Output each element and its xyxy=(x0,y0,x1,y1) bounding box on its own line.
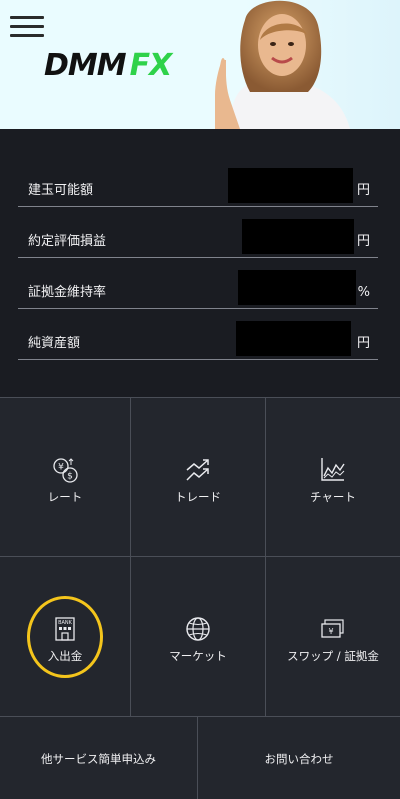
summary-label: 約定評価損益 xyxy=(28,234,107,249)
summary-row-margin-ratio: 証拠金維持率 % xyxy=(18,258,378,309)
svg-text:¥: ¥ xyxy=(58,463,64,473)
menu-chart-button[interactable]: チャート xyxy=(266,397,400,557)
model-photo xyxy=(215,0,350,129)
redacted-value xyxy=(238,270,356,305)
contact-us-button[interactable]: お問い合わせ xyxy=(198,717,400,799)
menu-trade-button[interactable]: トレード xyxy=(131,397,266,557)
summary-unit: % xyxy=(357,285,370,300)
menu-market-button[interactable]: マーケット xyxy=(131,557,266,717)
account-summary: 建玉可能額 円 約定評価損益 円 証拠金維持率 % 純資産額 円 xyxy=(0,129,400,397)
bottom-label: お問い合わせ xyxy=(264,752,334,766)
summary-unit: 円 xyxy=(356,234,370,249)
line-chart-icon xyxy=(321,458,345,481)
summary-unit: 円 xyxy=(356,183,370,198)
menu-label: マーケット xyxy=(169,649,227,663)
redacted-value xyxy=(228,168,353,203)
svg-text:¥: ¥ xyxy=(328,627,333,636)
menu-label: トレード xyxy=(175,490,221,504)
summary-row-margin-available: 建玉可能額 円 xyxy=(18,156,378,207)
summary-label: 証拠金維持率 xyxy=(28,285,107,300)
yen-bills-icon: ¥ xyxy=(321,619,344,638)
summary-label: 建玉可能額 xyxy=(28,183,94,198)
redacted-value xyxy=(242,219,354,254)
logo-fx-text: FX xyxy=(129,48,173,83)
summary-unit: 円 xyxy=(356,336,370,351)
other-services-signup-button[interactable]: 他サービス簡単申込み xyxy=(0,717,198,799)
bottom-label: 他サービス簡単申込み xyxy=(41,752,156,766)
hamburger-menu-icon[interactable] xyxy=(10,16,44,38)
currency-exchange-icon: ¥ $ xyxy=(53,458,78,483)
menu-label: スワップ / 証拠金 xyxy=(287,649,379,663)
highlight-ring xyxy=(27,596,103,678)
app-header: DMM FX xyxy=(0,0,400,129)
globe-icon xyxy=(186,617,210,641)
menu-label: レート xyxy=(47,490,83,504)
summary-row-unrealized-pl: 約定評価損益 円 xyxy=(18,207,378,258)
trend-arrows-icon xyxy=(186,459,209,481)
logo-dmm-text: DMM xyxy=(44,48,127,83)
summary-label: 純資産額 xyxy=(28,336,81,351)
menu-rate-button[interactable]: ¥ $ レート xyxy=(0,397,131,557)
menu-swap-margin-button[interactable]: ¥ スワップ / 証拠金 xyxy=(266,557,400,717)
dmm-fx-logo: DMM FX xyxy=(44,48,173,83)
menu-label: チャート xyxy=(310,490,356,504)
svg-text:$: $ xyxy=(67,472,73,482)
summary-row-net-assets: 純資産額 円 xyxy=(18,309,378,360)
redacted-value xyxy=(236,321,351,356)
